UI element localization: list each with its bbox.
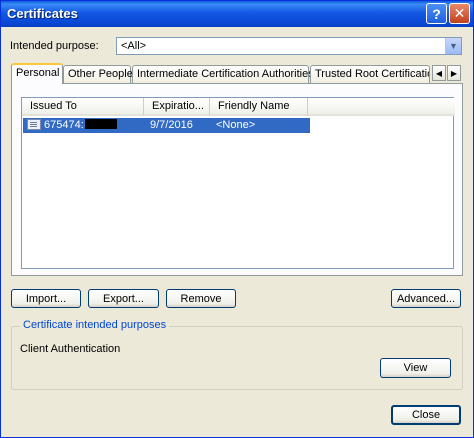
- issued-to-text: 675474:: [44, 119, 84, 131]
- help-button[interactable]: ?: [426, 3, 447, 24]
- tab-scroll-right-button[interactable]: ▶: [447, 65, 461, 81]
- chevron-down-icon[interactable]: ▼: [445, 38, 461, 54]
- redaction-box: [84, 119, 117, 129]
- close-icon: ✕: [453, 5, 466, 21]
- button-label: Remove: [180, 292, 222, 305]
- close-button[interactable]: Close: [391, 405, 461, 425]
- column-issued-to[interactable]: Issued To: [22, 98, 144, 116]
- column-label: Issued To: [30, 100, 77, 112]
- tab-scroll-left-button[interactable]: ◀: [432, 65, 446, 81]
- close-window-button[interactable]: ✕: [449, 3, 470, 24]
- certificate-list[interactable]: Issued To Expiratio... Friendly Name 675…: [21, 97, 455, 269]
- intended-purposes-group: Certificate intended purposes Client Aut…: [11, 319, 463, 390]
- issued-to-cell: 675474:: [44, 119, 117, 131]
- button-label: View: [403, 362, 428, 374]
- column-filler: [308, 98, 455, 116]
- intended-purposes-legend: Certificate intended purposes: [20, 319, 170, 331]
- intended-purposes-value: Client Authentication: [20, 343, 121, 355]
- remove-button[interactable]: Remove: [166, 289, 236, 308]
- intended-purpose-value: <All>: [121, 40, 147, 52]
- tab-personal[interactable]: Personal: [11, 63, 63, 84]
- table-row[interactable]: 675474: 9/7/2016 <None>: [23, 118, 310, 133]
- chevron-right-icon: ▶: [450, 68, 458, 78]
- tab-intermediate-ca[interactable]: Intermediate Certification Authorities: [132, 65, 314, 83]
- column-label: Expiratio...: [152, 100, 204, 112]
- chevron-left-icon: ◀: [435, 68, 443, 78]
- help-icon: ?: [432, 5, 441, 22]
- window-title: Certificates: [7, 6, 78, 21]
- button-label: Advanced...: [396, 292, 456, 305]
- column-label: Friendly Name: [218, 100, 290, 112]
- certificate-tabs: Personal Other People Intermediate Certi…: [11, 63, 463, 84]
- tab-label: Trusted Root Certification: [315, 68, 430, 80]
- import-button[interactable]: Import...: [11, 289, 81, 308]
- tab-label: Intermediate Certification Authorities: [137, 68, 314, 80]
- certificate-icon: [27, 119, 41, 130]
- tab-trusted-root[interactable]: Trusted Root Certification: [310, 65, 430, 83]
- personal-tab-panel: Issued To Expiratio... Friendly Name 675…: [11, 83, 463, 276]
- list-header: Issued To Expiratio... Friendly Name: [22, 98, 455, 116]
- advanced-button[interactable]: Advanced...: [391, 289, 461, 308]
- column-expiration[interactable]: Expiratio...: [144, 98, 210, 116]
- button-label: Export...: [103, 292, 144, 305]
- tab-label: Personal: [16, 67, 60, 79]
- title-bar[interactable]: Certificates ? ✕: [1, 1, 473, 27]
- tab-label: Other People: [68, 68, 133, 80]
- intended-purpose-select[interactable]: <All> ▼: [116, 37, 462, 55]
- view-button[interactable]: View: [380, 358, 451, 378]
- tab-other-people[interactable]: Other People: [63, 65, 133, 83]
- column-friendly-name[interactable]: Friendly Name: [210, 98, 308, 116]
- intended-purpose-label: Intended purpose:: [10, 40, 99, 52]
- button-label: Import...: [25, 292, 67, 305]
- friendly-name-cell: <None>: [216, 119, 256, 131]
- expiration-cell: 9/7/2016: [150, 119, 193, 131]
- certificates-dialog: Certificates ? ✕ Intended purpose: <All>…: [0, 0, 474, 438]
- export-button[interactable]: Export...: [88, 289, 159, 308]
- button-label: Close: [411, 409, 441, 421]
